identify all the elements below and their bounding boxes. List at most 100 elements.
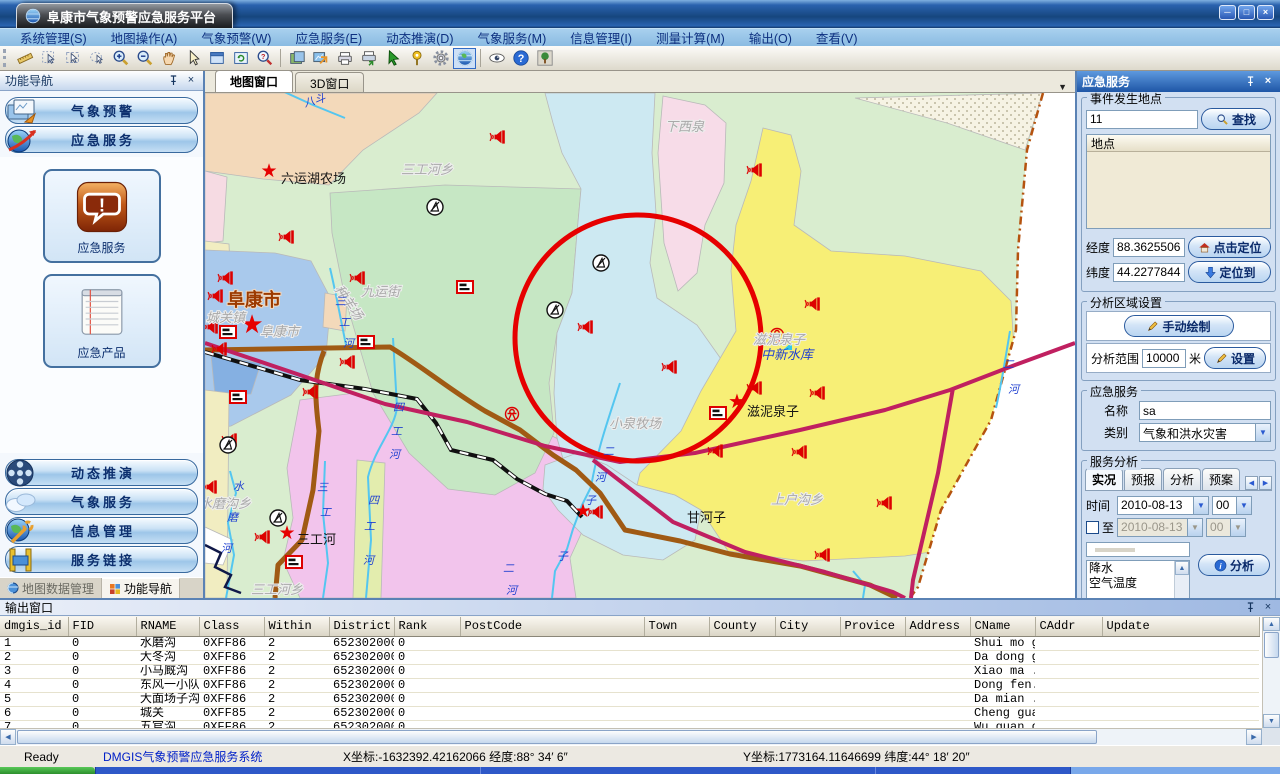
restore-button[interactable]: □: [1238, 5, 1255, 20]
vertical-scrollbar[interactable]: ▲ ▼: [1262, 617, 1280, 728]
nav-button-信息管理[interactable]: 信息管理: [5, 517, 198, 544]
column-header-District[interactable]: District: [329, 617, 394, 636]
column-header-Provice[interactable]: Provice: [840, 617, 905, 636]
element-combo[interactable]: [1086, 542, 1190, 557]
chevron-down-icon[interactable]: ▼: [1255, 423, 1271, 442]
column-header-PostCode[interactable]: PostCode: [460, 617, 644, 636]
scroll-thumb[interactable]: [17, 730, 1097, 744]
date2-select[interactable]: 2010-08-13▼: [1117, 518, 1203, 537]
column-header-County[interactable]: County: [709, 617, 775, 636]
column-header-CName[interactable]: CName: [970, 617, 1035, 636]
analysis-tab-分析[interactable]: 分析: [1163, 468, 1201, 490]
map-graphics[interactable]: ★★★★★ 八斗六运湖农场三工河乡下西泉九运街阜康市城关镇阜康市种羊场滋泥泉子中…: [205, 93, 1075, 598]
output-table-container[interactable]: dmgis_idFIDRNAMEClassWithinDistrictRankP…: [0, 617, 1262, 728]
column-header-CAddr[interactable]: CAddr: [1035, 617, 1102, 636]
measure-icon[interactable]: [13, 48, 36, 69]
range-input[interactable]: [1142, 349, 1186, 368]
scroll-down-icon[interactable]: ▼: [1263, 714, 1280, 728]
minimize-button[interactable]: ─: [1219, 5, 1236, 20]
table-row[interactable]: 10水磨沟0XFF8626523020000Shui mo gou: [0, 636, 1259, 650]
menu-item-2[interactable]: 地图操作(A): [99, 28, 190, 47]
column-header-Within[interactable]: Within: [264, 617, 329, 636]
table-row[interactable]: 60城关0XFF8526523020000Cheng guan: [0, 706, 1259, 720]
nav-button-服务链接[interactable]: 服务链接: [5, 546, 198, 573]
horizontal-scrollbar[interactable]: ◀ ▶: [0, 728, 1262, 745]
map-tab-3D窗口[interactable]: 3D窗口: [295, 72, 364, 92]
refresh-icon[interactable]: [229, 48, 252, 69]
service-type-select[interactable]: 气象和洪水灾害 ▼: [1139, 423, 1271, 442]
column-header-Rank[interactable]: Rank: [394, 617, 460, 636]
shortcut-应急产品[interactable]: 应急产品: [43, 274, 161, 368]
column-header-FID[interactable]: FID: [68, 617, 136, 636]
select-arrow-icon[interactable]: [37, 48, 60, 69]
column-header-Class[interactable]: Class: [199, 617, 264, 636]
scroll-left-icon[interactable]: ◀: [0, 729, 16, 745]
set-range-button[interactable]: 设置: [1204, 347, 1266, 369]
pointer-icon[interactable]: [181, 48, 204, 69]
shortcut-应急服务[interactable]: !应急服务: [43, 169, 161, 263]
pan-hand-icon[interactable]: [157, 48, 180, 69]
print-preview-icon[interactable]: [357, 48, 380, 69]
tree-icon[interactable]: [533, 48, 556, 69]
zoom-in-icon[interactable]: [109, 48, 132, 69]
map-tab-地图窗口[interactable]: 地图窗口: [215, 70, 293, 92]
close-icon[interactable]: ×: [1261, 601, 1275, 615]
printer-icon[interactable]: [333, 48, 356, 69]
click-locate-button[interactable]: 点击定位: [1188, 236, 1271, 258]
element-list-item[interactable]: 降水: [1087, 561, 1174, 576]
analyze-button[interactable]: i 分析: [1198, 554, 1270, 576]
full-extent-icon[interactable]: [205, 48, 228, 69]
longitude-input[interactable]: [1113, 238, 1185, 257]
menu-item-7[interactable]: 信息管理(I): [558, 28, 644, 47]
locate-to-button[interactable]: 定位到: [1188, 261, 1271, 283]
latitude-input[interactable]: [1113, 263, 1185, 282]
table-row[interactable]: 70五官沟0XFF8626523020000Wu guan gou: [0, 720, 1259, 728]
select-box-icon[interactable]: [61, 48, 84, 69]
analysis-tab-实况[interactable]: 实况: [1085, 468, 1123, 490]
scroll-up-icon[interactable]: ▲: [1175, 561, 1189, 575]
pin-icon[interactable]: [1243, 601, 1257, 615]
output-table[interactable]: dmgis_idFIDRNAMEClassWithinDistrictRankP…: [0, 617, 1260, 728]
map-canvas[interactable]: ★★★★★ 八斗六运湖农场三工河乡下西泉九运街阜康市城关镇阜康市种羊场滋泥泉子中…: [205, 93, 1075, 598]
element-listbox[interactable]: 降水空气温度 ▲: [1086, 560, 1190, 598]
menu-item-10[interactable]: 查看(V): [804, 28, 870, 47]
tab-scroll-right-icon[interactable]: ▶: [1259, 476, 1272, 490]
close-icon[interactable]: ×: [184, 74, 198, 88]
listbox-scrollbar[interactable]: ▲: [1174, 561, 1189, 598]
identify-icon[interactable]: ?: [253, 48, 276, 69]
scroll-right-icon[interactable]: ▶: [1246, 729, 1262, 745]
map-export-icon[interactable]: [309, 48, 332, 69]
table-row[interactable]: 20大冬沟0XFF8626523020000Da dong gou: [0, 650, 1259, 664]
eye-icon[interactable]: [485, 48, 508, 69]
pin-icon[interactable]: [166, 74, 180, 88]
scroll-thumb[interactable]: [1264, 632, 1279, 658]
hour-select[interactable]: 00▼: [1212, 496, 1252, 515]
globe-icon[interactable]: [453, 48, 476, 69]
table-row[interactable]: 40东风一小队0XFF8626523020000Dong fen...: [0, 678, 1259, 692]
column-header-RNAME[interactable]: RNAME: [136, 617, 199, 636]
help-icon[interactable]: ?: [509, 48, 532, 69]
left-tab-功能导航[interactable]: 功能导航: [102, 578, 180, 598]
menu-item-9[interactable]: 输出(O): [737, 28, 804, 47]
date-select[interactable]: 2010-08-13▼: [1117, 496, 1209, 515]
scroll-up-icon[interactable]: ▲: [1263, 617, 1280, 631]
table-row[interactable]: 30小马厩沟0XFF8626523020000Xiao ma ...: [0, 664, 1259, 678]
column-header-dmgis_id[interactable]: dmgis_id: [0, 617, 68, 636]
menu-item-6[interactable]: 气象服务(M): [466, 28, 559, 47]
menu-item-8[interactable]: 测量计算(M): [644, 28, 737, 47]
left-tab-地图数据管理[interactable]: 地图数据管理: [0, 578, 102, 598]
column-header-Address[interactable]: Address: [905, 617, 970, 636]
menu-item-1[interactable]: 系统管理(S): [8, 28, 99, 47]
table-row[interactable]: 50大面场子沟0XFF8626523020000Da mian ...: [0, 692, 1259, 706]
hour2-select[interactable]: 00▼: [1206, 518, 1246, 537]
menu-item-4[interactable]: 应急服务(E): [283, 28, 374, 47]
zoom-out-icon[interactable]: [133, 48, 156, 69]
column-header-Town[interactable]: Town: [644, 617, 709, 636]
element-list-item[interactable]: 空气温度: [1087, 576, 1174, 591]
select-lasso-icon[interactable]: [85, 48, 108, 69]
tab-scroll-left-icon[interactable]: ◀: [1245, 476, 1258, 490]
pin-icon[interactable]: [1243, 75, 1257, 89]
start-button-sliver[interactable]: [0, 767, 95, 774]
layers-icon[interactable]: [285, 48, 308, 69]
tab-list-dropdown-icon[interactable]: ▼: [1058, 82, 1067, 92]
